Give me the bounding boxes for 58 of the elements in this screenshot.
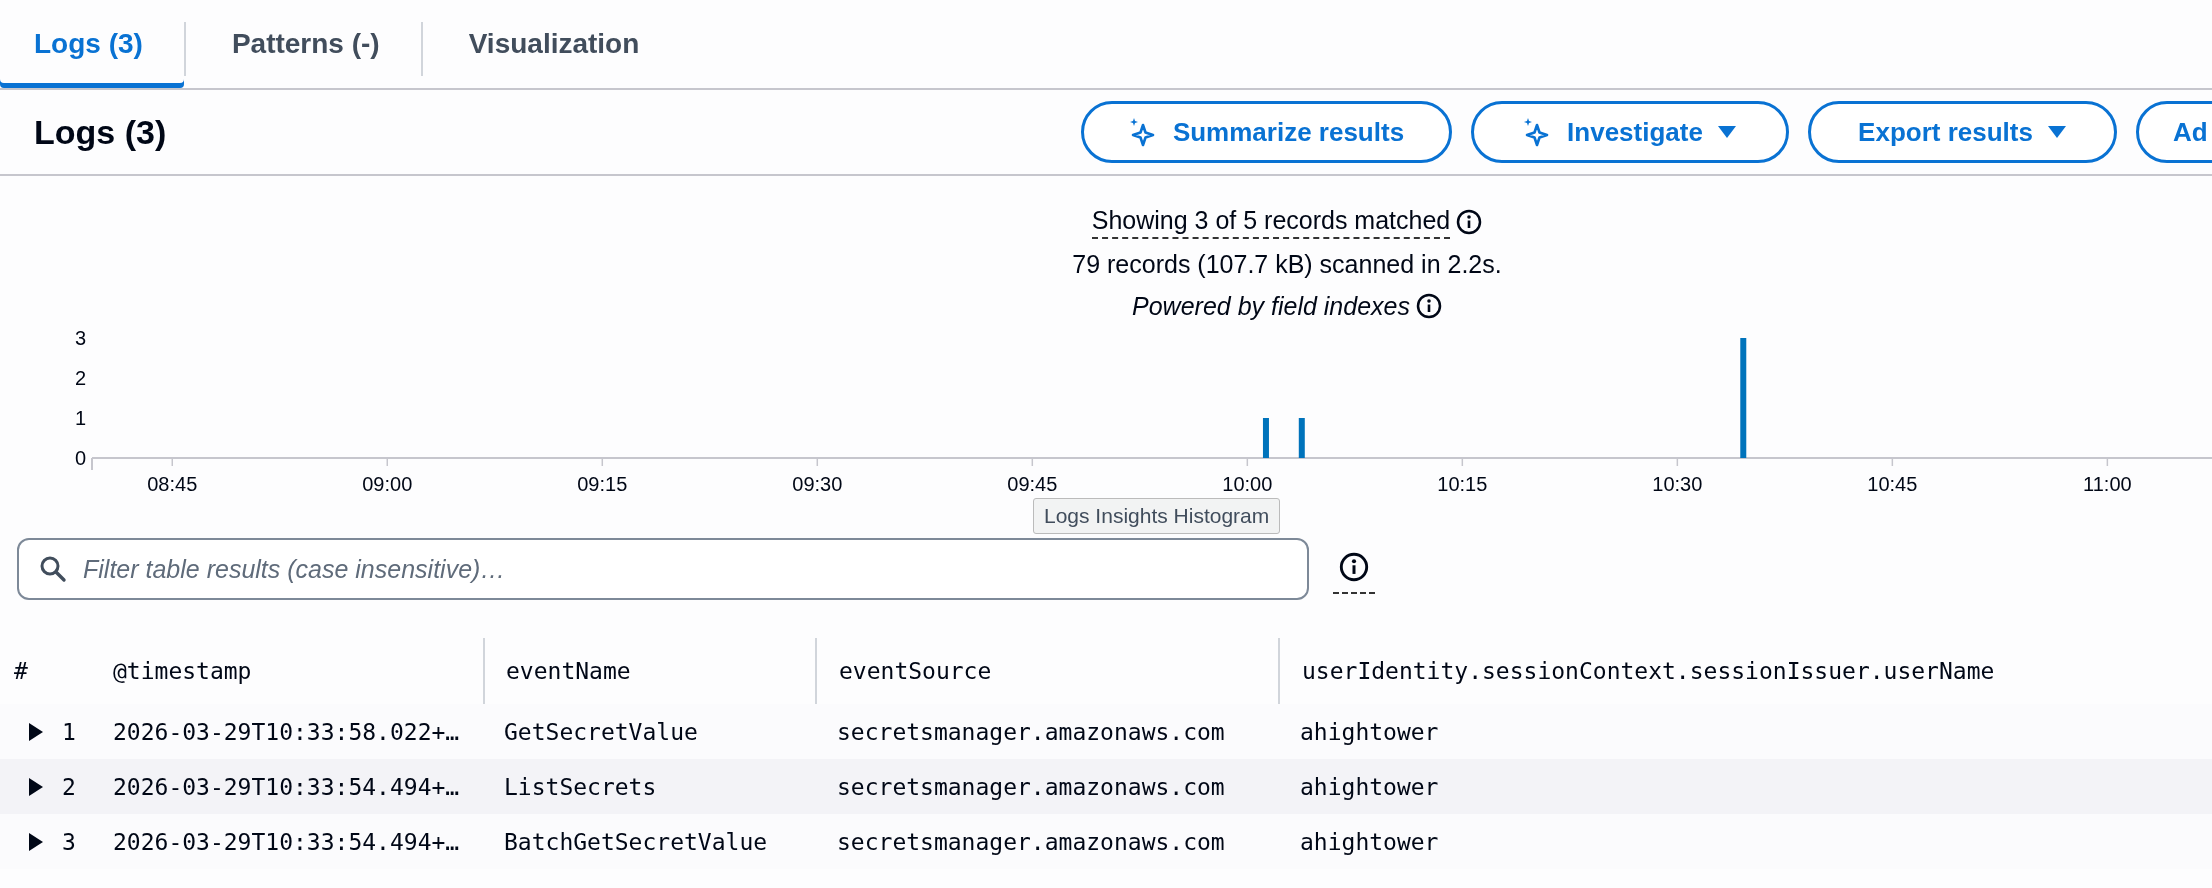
triangle-icon <box>28 776 44 797</box>
table-cell-text: GetSecretValue <box>503 718 699 745</box>
section-title: Logs (3) <box>34 112 168 152</box>
axis-label: 10:45 <box>1867 473 1918 495</box>
axis-label: 10:15 <box>1437 473 1488 495</box>
powered-by-text: Powered by field indexes <box>1132 291 1410 321</box>
records-matched-text: Showing 3 of 5 records matched <box>1091 205 1451 239</box>
table-cell-text: ListSecrets <box>503 773 658 800</box>
action-button[interactable]: Ad <box>2136 101 2212 163</box>
summarize-button[interactable]: Summarize results <box>1081 101 1452 163</box>
info-icon <box>1415 293 1442 319</box>
table-cell-text: ahightower <box>1299 773 1440 800</box>
table-cell-text: secretsmanager.amazonaws.com <box>836 718 1226 745</box>
table-cell-text: 2026-03-29T10:33:54.494+… <box>112 773 461 800</box>
axis-label: 09:00 <box>362 473 413 495</box>
table-cell-text: secretsmanager.amazonaws.com <box>836 828 1226 855</box>
axis-label: 10:30 <box>1652 473 1703 495</box>
triangle-icon <box>28 831 44 852</box>
table-cell-text: secretsmanager.amazonaws.com <box>836 773 1226 800</box>
axis-label: 10:00 <box>1222 473 1273 495</box>
histogram-bar <box>1262 418 1269 458</box>
axis-label: 09:30 <box>792 473 843 495</box>
axis-label: 2 <box>74 367 86 389</box>
column-header: # <box>13 657 29 686</box>
axis-label: 09:15 <box>577 473 628 495</box>
tooltip: Logs Insights Histogram <box>1033 498 1281 534</box>
row-number: 1 <box>62 718 76 745</box>
column-header: @timestamp <box>112 657 253 686</box>
tab[interactable]: Logs (3) <box>0 0 184 88</box>
axis-label: 08:45 <box>147 473 198 495</box>
axis-label: 1 <box>74 407 86 429</box>
caret-icon <box>2046 125 2067 139</box>
expand-button[interactable] <box>28 721 44 742</box>
table-cell-text: ahightower <box>1299 718 1440 745</box>
info-icon <box>1339 552 1369 582</box>
histogram-bar <box>1298 418 1305 458</box>
axis-label: 09:45 <box>1007 473 1058 495</box>
row-number: 2 <box>62 773 76 800</box>
expand-button[interactable] <box>28 831 44 852</box>
table-cell-text: ahightower <box>1299 828 1440 855</box>
table-cell-text: 2026-03-29T10:33:54.494+… <box>112 828 461 855</box>
caret-icon <box>1716 125 1737 139</box>
dropdown-button[interactable]: Investigate <box>1471 101 1789 163</box>
expand-button[interactable] <box>28 776 44 797</box>
info-icon <box>1456 209 1483 235</box>
tab[interactable]: Patterns (-) <box>185 0 421 88</box>
row-number: 3 <box>62 828 76 855</box>
filter-field[interactable]: Filter table results (case insensitive)… <box>17 538 1309 600</box>
tab[interactable]: Visualization <box>422 0 681 88</box>
axis-label: 11:00 <box>2083 473 2132 495</box>
dropdown-button[interactable]: Export results <box>1808 101 2117 163</box>
table-cell-text: BatchGetSecretValue <box>503 828 769 855</box>
search-icon <box>39 555 67 583</box>
axis-label: 0 <box>74 447 86 469</box>
scan-stats-text: 79 records (107.7 kB) scanned in 2.2s. <box>1072 249 1502 279</box>
table-cell-text: 2026-03-29T10:33:58.022+… <box>112 718 461 745</box>
axis-label: 3 <box>74 327 86 349</box>
triangle-icon <box>28 721 44 742</box>
